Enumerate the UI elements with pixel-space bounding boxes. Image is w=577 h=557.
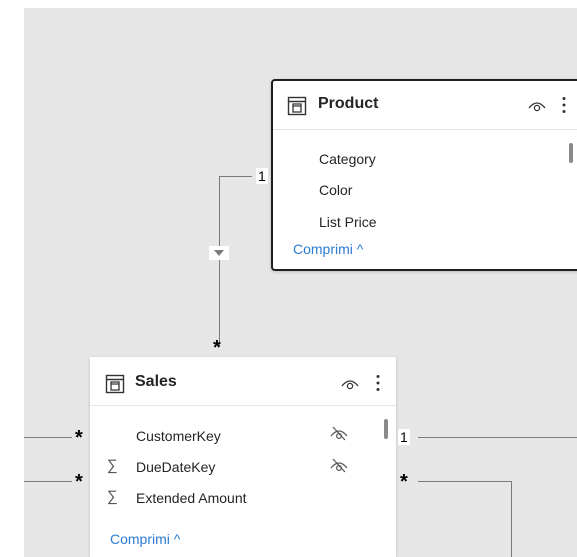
sales-table-card[interactable]: Sales CustomerKey ∑ DueDateKey ∑ Extende… xyxy=(90,357,396,557)
relationship-line[interactable] xyxy=(418,481,512,482)
product-table-header[interactable]: Product xyxy=(273,81,577,130)
cardinality-one-right-top: 1 xyxy=(398,429,410,445)
more-vertical-icon[interactable] xyxy=(561,96,567,114)
relationship-line[interactable] xyxy=(24,437,72,438)
eye-icon[interactable] xyxy=(528,99,546,113)
product-scrollbar[interactable] xyxy=(569,143,573,163)
eye-icon[interactable] xyxy=(341,377,359,391)
table-icon xyxy=(105,374,125,394)
eye-slash-icon[interactable] xyxy=(330,425,348,441)
cardinality-many-sales: * xyxy=(213,337,221,359)
product-field-color[interactable]: Color xyxy=(319,182,352,198)
sales-field-customerkey[interactable]: CustomerKey xyxy=(136,428,221,444)
sigma-icon: ∑ xyxy=(107,457,118,474)
table-icon xyxy=(287,96,307,116)
product-collapse-link[interactable]: Comprimi ^ xyxy=(293,241,363,257)
cardinality-many-left-top: * xyxy=(75,427,83,449)
filter-direction-marker[interactable] xyxy=(209,246,229,260)
cardinality-many-right-mid: * xyxy=(400,471,408,493)
cardinality-many-left-mid: * xyxy=(75,471,83,493)
product-field-category[interactable]: Category xyxy=(319,151,376,167)
relationship-line[interactable] xyxy=(418,437,577,438)
sales-field-extended-amount[interactable]: Extended Amount xyxy=(136,490,247,506)
sales-table-title: Sales xyxy=(135,373,177,390)
product-table-card[interactable]: Product Category Color List Price Compri… xyxy=(271,79,577,271)
cardinality-one-product: 1 xyxy=(256,168,268,184)
filter-direction-icon xyxy=(214,250,224,256)
product-table-title: Product xyxy=(318,95,379,112)
sales-collapse-link[interactable]: Comprimi ^ xyxy=(110,531,180,547)
eye-slash-icon[interactable] xyxy=(330,457,348,473)
sigma-icon: ∑ xyxy=(107,488,118,505)
relationship-line[interactable] xyxy=(219,176,252,177)
relationship-line[interactable] xyxy=(511,481,512,557)
sales-field-duedatekey[interactable]: DueDateKey xyxy=(136,459,215,475)
sales-table-header[interactable]: Sales xyxy=(90,357,396,406)
sales-scrollbar[interactable] xyxy=(384,419,388,439)
more-vertical-icon[interactable] xyxy=(375,374,381,392)
relationship-line[interactable] xyxy=(219,176,220,346)
product-field-list-price[interactable]: List Price xyxy=(319,214,377,230)
relationship-line[interactable] xyxy=(24,481,72,482)
